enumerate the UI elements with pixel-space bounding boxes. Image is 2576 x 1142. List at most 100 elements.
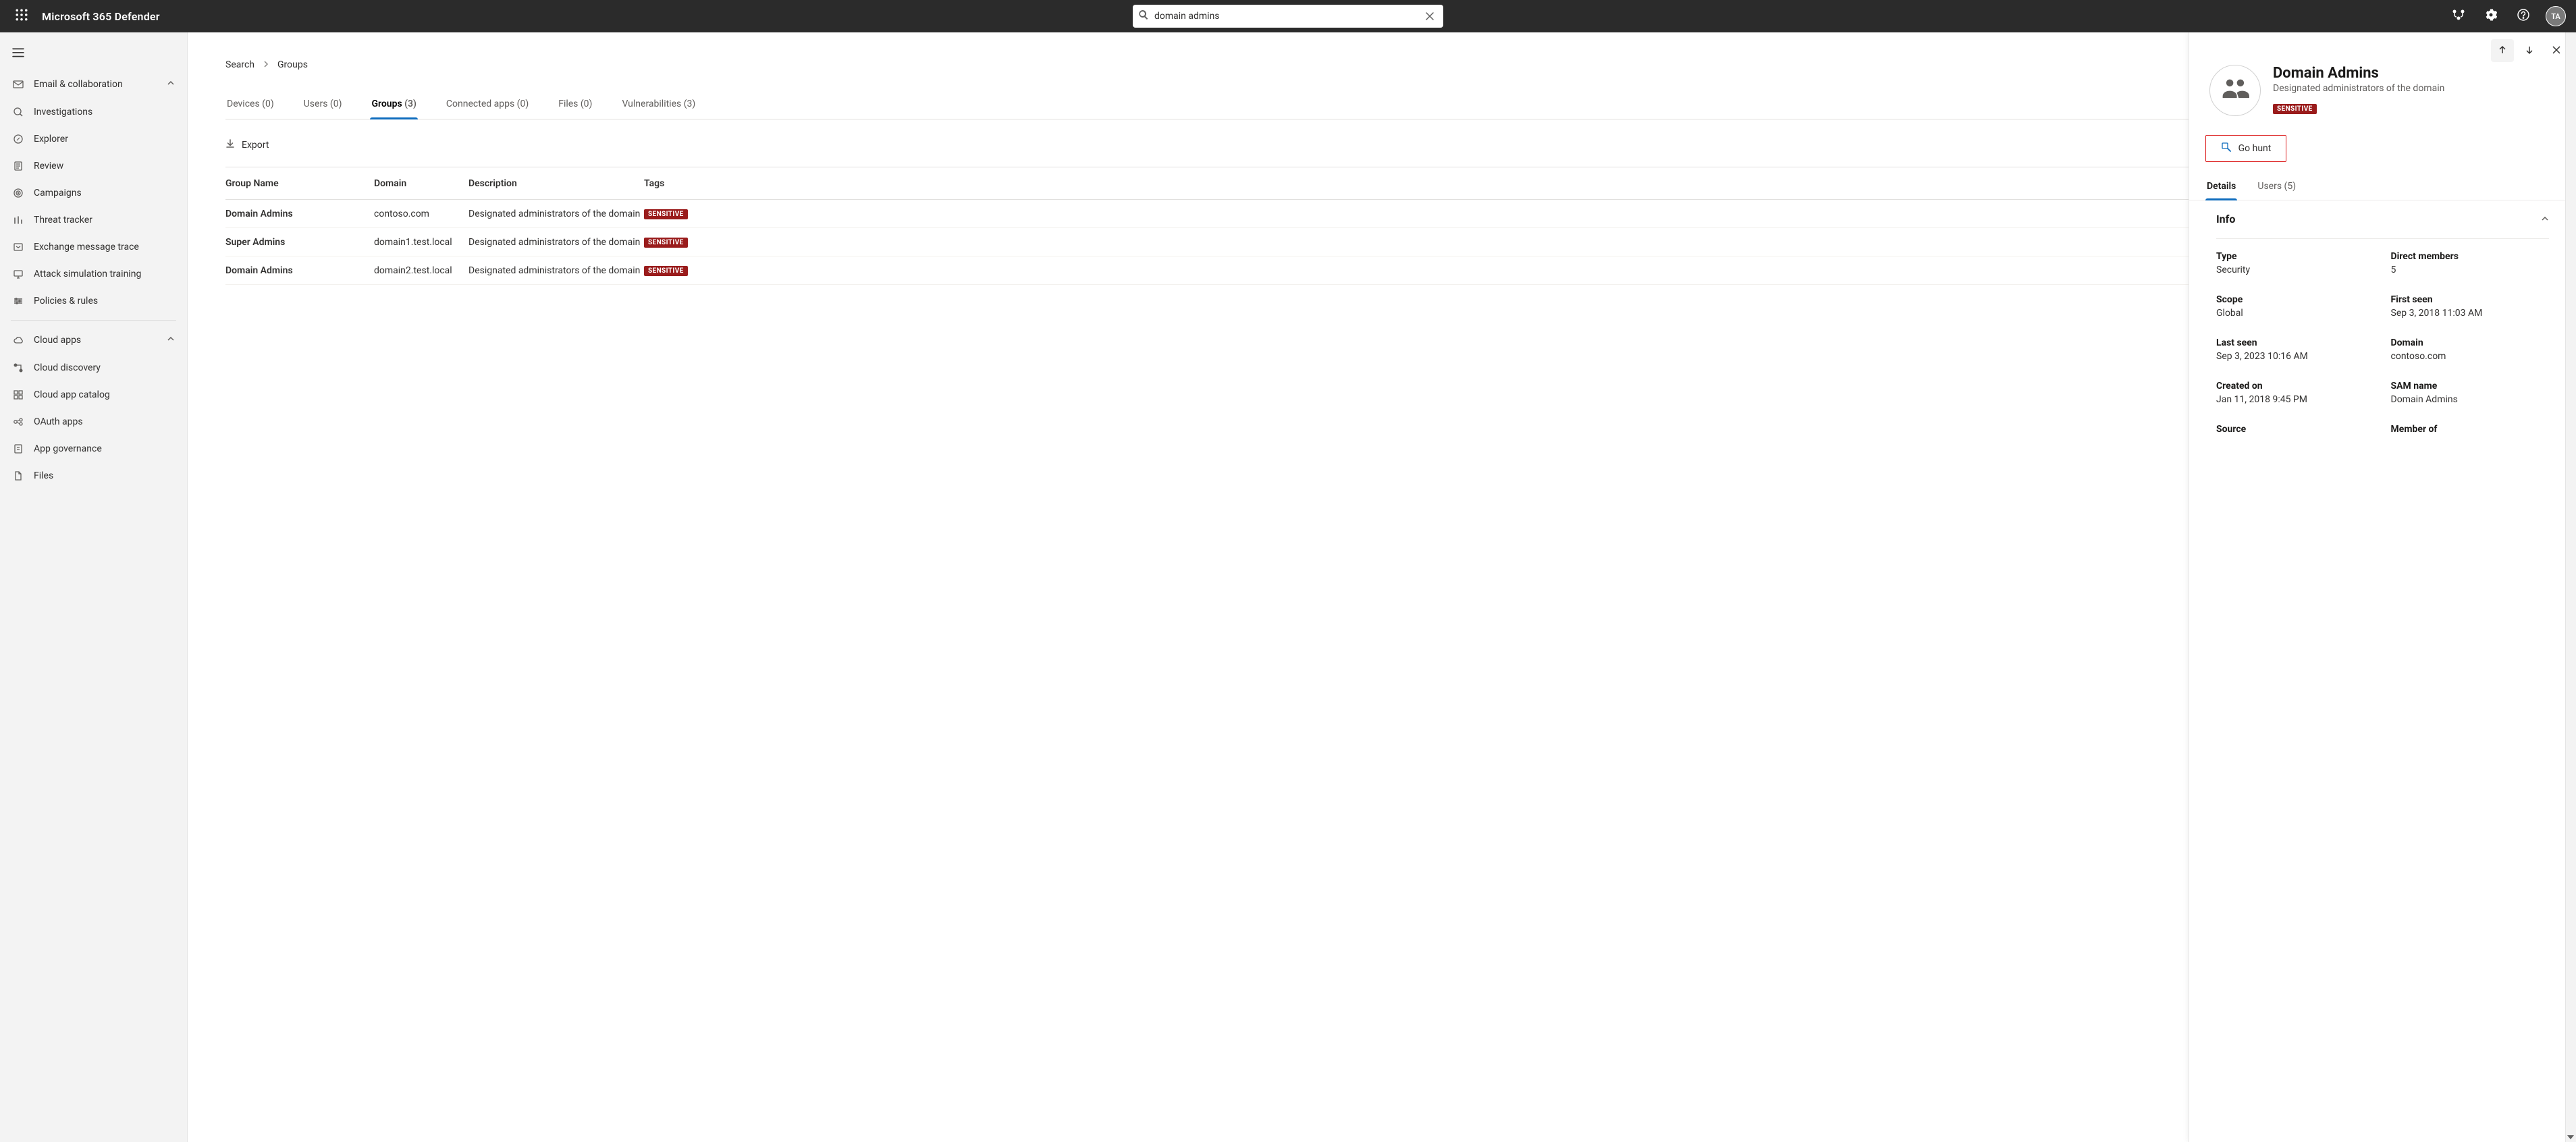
chevron-up-icon	[2541, 213, 2549, 225]
panel-next-button[interactable]	[2518, 39, 2541, 62]
policies-rules-icon	[12, 295, 24, 307]
group-avatar	[2209, 65, 2261, 116]
column-header[interactable]: Tags	[644, 178, 718, 189]
mail-icon	[12, 78, 24, 90]
panel-tab-details[interactable]: Details	[2205, 181, 2237, 200]
cell-tags: SENSITIVE	[644, 265, 718, 276]
sidebar-item-cloud-discovery[interactable]: Cloud discovery	[4, 354, 183, 381]
panel-prev-button[interactable]	[2491, 39, 2514, 62]
cell-group-name: Domain Admins	[225, 209, 374, 219]
tab-count: (0)	[517, 99, 529, 109]
cloud-catalog-icon	[12, 389, 24, 401]
nav-group-label: Email & collaboration	[34, 79, 123, 90]
left-nav: Email & collaboration InvestigationsExpl…	[0, 32, 188, 1142]
nav-group-email[interactable]: Email & collaboration	[4, 70, 183, 99]
cell-description: Designated administrators of the domain	[468, 209, 644, 219]
cell-domain: domain1.test.local	[374, 237, 468, 248]
sidebar-item-investigations[interactable]: Investigations	[4, 99, 183, 126]
info-label: Type	[2216, 251, 2375, 262]
sidebar-item-exchange-trace[interactable]: Exchange message trace	[4, 234, 183, 261]
tab-users[interactable]: Users (0)	[302, 99, 344, 119]
help-button[interactable]	[2508, 0, 2538, 32]
column-header[interactable]: Description	[468, 178, 644, 189]
cell-domain: domain2.test.local	[374, 265, 468, 276]
sidebar-item-label: Files	[34, 470, 53, 481]
waffle-icon	[16, 9, 28, 24]
tab-vulnerabilities[interactable]: Vulnerabilities (3)	[620, 99, 697, 119]
tab-groups[interactable]: Groups (3)	[370, 99, 417, 119]
chevron-up-icon	[167, 335, 175, 346]
cloud-icon	[12, 334, 24, 346]
top-app-bar: Microsoft 365 Defender TA	[0, 0, 2576, 32]
sidebar-item-label: Campaigns	[34, 188, 82, 198]
info-value: Domain Admins	[2391, 394, 2550, 405]
info-label: Scope	[2216, 294, 2375, 305]
sidebar-item-explorer[interactable]: Explorer	[4, 126, 183, 153]
cell-description: Designated administrators of the domain	[468, 265, 644, 276]
info-sam-name: SAM name Domain Admins	[2391, 381, 2550, 405]
breadcrumb-root[interactable]: Search	[225, 59, 254, 70]
tab-label: Files	[558, 99, 578, 109]
app-launcher-button[interactable]	[5, 0, 38, 32]
column-header[interactable]: Domain	[374, 178, 468, 189]
info-label: SAM name	[2391, 381, 2550, 391]
global-search[interactable]	[1133, 5, 1443, 28]
info-label: Source	[2216, 424, 2375, 435]
vertical-scrollbar[interactable]	[2565, 32, 2576, 1142]
close-icon	[1426, 10, 1434, 23]
info-created-on: Created on Jan 11, 2018 9:45 PM	[2216, 381, 2375, 405]
sidebar-item-attack-sim[interactable]: Attack simulation training	[4, 261, 183, 288]
panel-tab-users-count: 5	[2287, 181, 2292, 192]
sidebar-item-review[interactable]: Review	[4, 153, 183, 180]
chevron-up-icon	[167, 79, 175, 90]
tab-files[interactable]: Files (0)	[557, 99, 593, 119]
campaigns-icon	[12, 187, 24, 199]
cell-group-name: Domain Admins	[225, 265, 374, 276]
search-icon	[1138, 9, 1149, 23]
sidebar-item-app-governance[interactable]: App governance	[4, 435, 183, 462]
cell-tags: SENSITIVE	[644, 208, 718, 219]
clear-search-button[interactable]	[1422, 8, 1438, 24]
info-label: Last seen	[2216, 337, 2375, 348]
sidebar-item-oauth-apps[interactable]: OAuth apps	[4, 408, 183, 435]
tab-label: Vulnerabilities	[622, 99, 681, 109]
tab-count: (3)	[684, 99, 696, 109]
info-type: Type Security	[2216, 251, 2375, 275]
account-button[interactable]: TA	[2541, 0, 2571, 32]
panel-tab-users-label: Users	[2257, 181, 2282, 192]
panel-close-button[interactable]	[2545, 39, 2568, 62]
info-domain: Domain contoso.com	[2391, 337, 2550, 362]
info-direct-members: Direct members 5	[2391, 251, 2550, 275]
tab-connected-apps[interactable]: Connected apps (0)	[445, 99, 530, 119]
search-input[interactable]	[1154, 11, 1422, 22]
column-header[interactable]: Group Name	[225, 178, 374, 189]
tab-count: (3)	[404, 99, 417, 109]
sidebar-item-threat-tracker[interactable]: Threat tracker	[4, 207, 183, 234]
info-label: First seen	[2391, 294, 2550, 305]
sidebar-item-cloud-catalog[interactable]: Cloud app catalog	[4, 381, 183, 408]
review-icon	[12, 160, 24, 172]
settings-button[interactable]	[2476, 0, 2506, 32]
sidebar-item-label: Exchange message trace	[34, 242, 139, 252]
tab-count: (0)	[262, 99, 274, 109]
tab-label: Devices	[227, 99, 260, 109]
sidebar-item-label: Policies & rules	[34, 296, 98, 306]
flow-button[interactable]	[2444, 0, 2473, 32]
cloud-discovery-icon	[12, 362, 24, 374]
sidebar-item-files[interactable]: Files	[4, 462, 183, 489]
tab-devices[interactable]: Devices (0)	[225, 99, 275, 119]
hunt-icon	[2221, 142, 2232, 155]
go-hunt-button[interactable]: Go hunt	[2205, 135, 2286, 162]
info-section-header[interactable]: Info	[2216, 200, 2549, 238]
nav-group-cloud[interactable]: Cloud apps	[4, 326, 183, 354]
info-value: Security	[2216, 265, 2375, 275]
sidebar-item-campaigns[interactable]: Campaigns	[4, 180, 183, 207]
collapse-nav-button[interactable]	[4, 38, 183, 70]
go-hunt-label: Go hunt	[2238, 143, 2272, 154]
panel-tab-users[interactable]: Users (5)	[2256, 181, 2297, 200]
panel-title: Domain Admins	[2273, 65, 2444, 82]
arrow-up-icon	[2498, 45, 2507, 57]
cell-domain: contoso.com	[374, 209, 468, 219]
sidebar-item-policies-rules[interactable]: Policies & rules	[4, 288, 183, 315]
sidebar-item-label: OAuth apps	[34, 416, 83, 427]
